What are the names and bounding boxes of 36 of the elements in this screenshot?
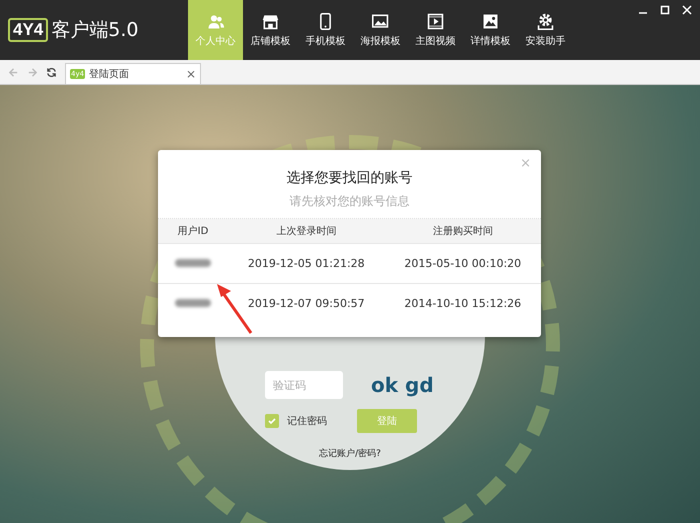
column-header: 上次登录时间 [275, 224, 338, 238]
tab-close-button[interactable]: × [186, 67, 196, 81]
column-header: 注册购买时间 [432, 224, 494, 238]
nav-tab[interactable]: 手机模板 [298, 0, 353, 60]
nav-tab[interactable]: 详情模板 [463, 0, 518, 60]
picture-icon [482, 12, 499, 30]
image-icon [372, 12, 389, 30]
nav-tab[interactable]: 主图视频 [408, 0, 463, 60]
remember-label: 记住密码 [287, 414, 327, 428]
nav-tab[interactable]: 店铺模板 [243, 0, 298, 60]
table-cell[interactable]: 2015-05-10 00:10:20 [384, 257, 541, 270]
maximize-icon[interactable] [660, 5, 670, 15]
video-icon [427, 12, 444, 30]
nav-tab[interactable]: 安装助手 [518, 0, 573, 60]
tab-title: 登陆页面 [89, 68, 130, 81]
redacted-user-id [175, 259, 211, 267]
table-cell[interactable]: 2019-12-07 09:50:57 [228, 297, 384, 310]
app-name: 客户端5.0 [51, 18, 138, 43]
forgot-link[interactable]: 忘记账户/密码? [319, 447, 381, 460]
check-icon [267, 416, 277, 426]
redacted-user-id [175, 299, 211, 307]
close-icon[interactable] [682, 5, 692, 15]
users-icon [207, 12, 224, 30]
nav-tab[interactable]: 海报模板 [353, 0, 408, 60]
table-cell[interactable]: 2019-12-05 01:21:28 [228, 257, 384, 270]
gear-icon [537, 12, 554, 30]
table-cell[interactable]: 2014-10-10 15:12:26 [384, 297, 541, 310]
phone-icon [317, 12, 334, 30]
column-header: 用户ID [176, 224, 210, 238]
captcha-field[interactable]: 验证码 [265, 371, 343, 399]
captcha-image: ok gd [371, 373, 434, 397]
remember-checkbox[interactable] [265, 414, 279, 428]
refresh-icon[interactable] [46, 66, 57, 78]
shop-icon [262, 12, 279, 30]
dialog-title: 选择您要找回的账号 [286, 169, 414, 187]
logo-mark: 4Y4 [8, 18, 48, 42]
